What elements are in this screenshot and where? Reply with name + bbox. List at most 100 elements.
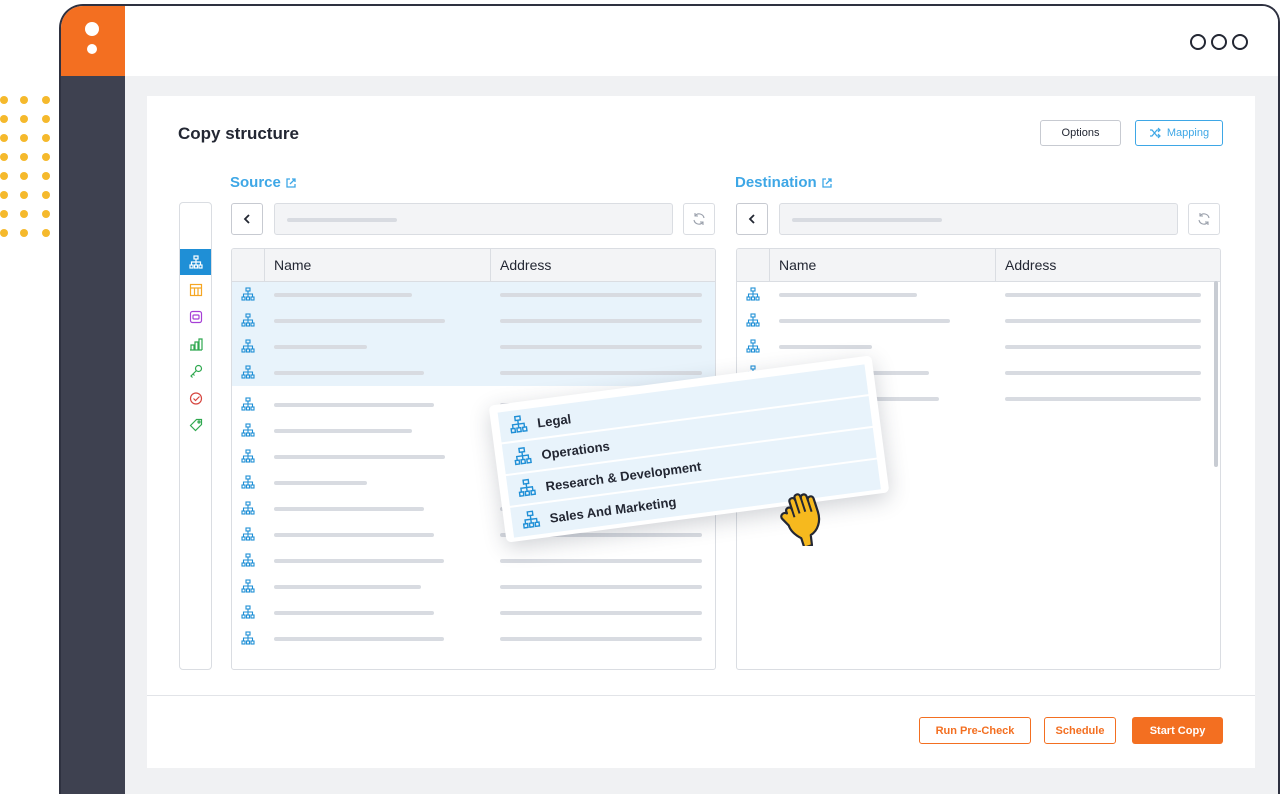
table-row[interactable] (232, 282, 715, 308)
table-row[interactable] (232, 548, 715, 574)
table-icon (189, 283, 202, 297)
address-placeholder (500, 637, 702, 641)
address-placeholder (1005, 397, 1201, 401)
address-placeholder (500, 345, 702, 349)
chevron-left-icon (243, 214, 250, 224)
table-row[interactable] (232, 626, 715, 652)
options-label: Options (1061, 127, 1100, 139)
address-placeholder (1005, 371, 1201, 375)
tag-icon (189, 418, 202, 432)
table-row[interactable] (737, 282, 1220, 308)
chart-icon (189, 338, 203, 351)
name-placeholder (274, 403, 434, 407)
mapping-label: Mapping (1166, 127, 1210, 139)
refresh-icon (1198, 213, 1210, 225)
table-row[interactable] (232, 334, 715, 360)
schedule-label: Schedule (1055, 724, 1105, 737)
column-name-header[interactable]: Name (274, 257, 311, 273)
column-name-header[interactable]: Name (779, 257, 816, 273)
source-label[interactable]: Source (230, 174, 297, 191)
name-placeholder (274, 481, 367, 485)
app-logo (61, 6, 125, 76)
org-unit-icon (746, 339, 760, 358)
page-title: Copy structure (178, 124, 299, 143)
tool-storage[interactable] (180, 304, 211, 330)
org-unit-icon (241, 631, 255, 650)
footer-divider (147, 695, 1255, 696)
name-placeholder (274, 533, 434, 537)
name-placeholder (274, 559, 444, 563)
table-row[interactable] (232, 574, 715, 600)
destination-refresh-button[interactable] (1188, 203, 1220, 235)
source-path-input[interactable] (274, 203, 673, 235)
name-placeholder (274, 429, 412, 433)
tool-table[interactable] (180, 277, 211, 303)
org-unit-icon (746, 313, 760, 332)
tool-org-structure[interactable] (180, 249, 211, 275)
table-row[interactable] (737, 308, 1220, 334)
source-label-text: Source (230, 174, 281, 191)
address-placeholder (500, 611, 702, 615)
source-table-header: Name Address (232, 249, 715, 282)
org-unit-icon (516, 477, 537, 500)
address-placeholder (500, 559, 702, 563)
destination-back-button[interactable] (736, 203, 768, 235)
start-copy-label: Start Copy (1149, 724, 1206, 737)
org-unit-icon (241, 397, 255, 416)
name-placeholder (274, 345, 367, 349)
org-unit-icon (241, 365, 255, 384)
start-copy-button[interactable]: Start Copy (1132, 717, 1223, 744)
org-unit-icon (508, 413, 529, 436)
org-unit-icon (746, 287, 760, 306)
source-back-button[interactable] (231, 203, 263, 235)
tool-chart[interactable] (180, 331, 211, 357)
org-unit-icon (241, 579, 255, 598)
source-refresh-button[interactable] (683, 203, 715, 235)
table-row[interactable] (737, 334, 1220, 360)
tool-tag[interactable] (180, 412, 211, 438)
check-badge-icon (189, 392, 202, 405)
org-unit-icon (241, 605, 255, 624)
org-unit-icon (241, 339, 255, 358)
destination-label-text: Destination (735, 174, 817, 191)
tool-key[interactable] (180, 358, 211, 384)
app-topbar (125, 6, 1278, 76)
run-precheck-label: Run Pre-Check (935, 724, 1015, 737)
name-placeholder (779, 319, 950, 323)
name-placeholder (274, 371, 424, 375)
name-placeholder (274, 611, 434, 615)
org-unit-icon (241, 423, 255, 442)
column-address-header[interactable]: Address (500, 257, 551, 273)
mapping-button[interactable]: Mapping (1135, 120, 1223, 146)
destination-label[interactable]: Destination (735, 174, 833, 191)
shuffle-icon (1149, 127, 1161, 139)
address-placeholder (500, 585, 702, 589)
app-sidebar (61, 76, 125, 794)
org-unit-icon (241, 449, 255, 468)
table-row[interactable] (232, 308, 715, 334)
name-placeholder (274, 455, 445, 459)
destination-path-input[interactable] (779, 203, 1178, 235)
table-row[interactable] (232, 522, 715, 548)
tool-check[interactable] (180, 385, 211, 411)
ellipsis-icon[interactable] (1190, 34, 1248, 50)
org-unit-icon (241, 553, 255, 572)
table-row[interactable] (232, 360, 715, 386)
address-placeholder (500, 293, 702, 297)
table-row[interactable] (232, 600, 715, 626)
run-precheck-button[interactable]: Run Pre-Check (919, 717, 1031, 744)
org-chart-icon (188, 255, 203, 269)
name-placeholder (779, 293, 917, 297)
schedule-button[interactable]: Schedule (1044, 717, 1116, 744)
options-button[interactable]: Options (1040, 120, 1121, 146)
column-address-header[interactable]: Address (1005, 257, 1056, 273)
external-link-icon (286, 177, 296, 188)
org-unit-icon (241, 313, 255, 332)
org-unit-icon (241, 501, 255, 520)
address-placeholder (500, 319, 702, 323)
storage-icon (189, 310, 202, 324)
address-placeholder (1005, 293, 1201, 297)
name-placeholder (274, 637, 444, 641)
address-placeholder (1005, 345, 1201, 349)
drag-item-label: Sales And Marketing (548, 493, 678, 526)
